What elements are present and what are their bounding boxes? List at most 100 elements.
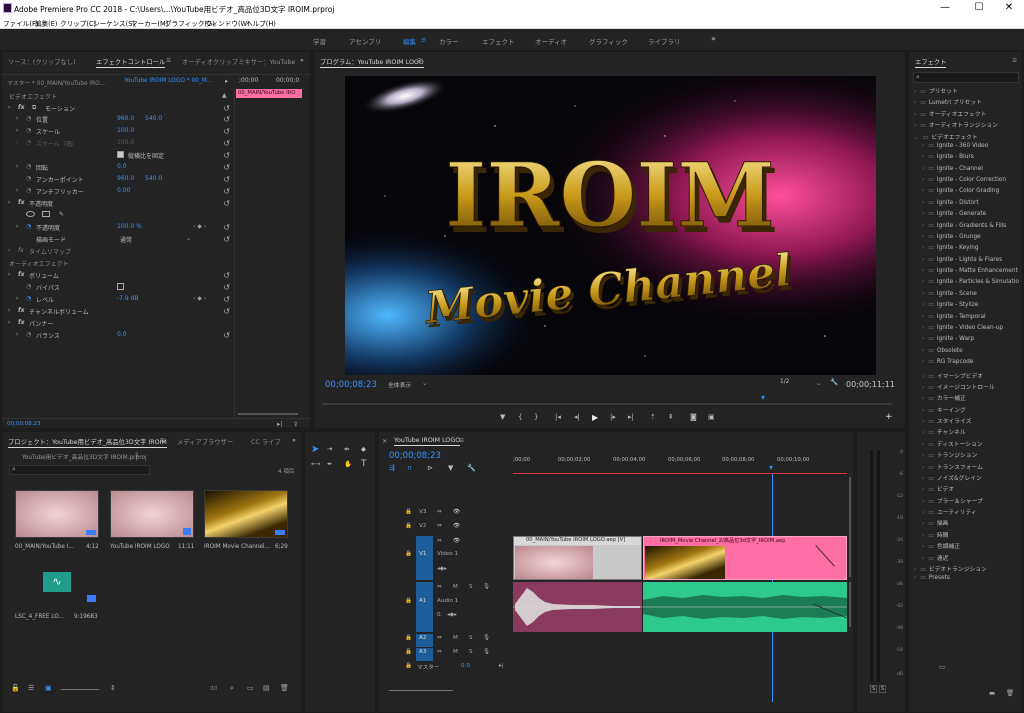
chevron-right-icon[interactable]: ›: [914, 575, 916, 581]
reset-position-icon[interactable]: ↺: [223, 115, 230, 124]
menu-edit[interactable]: 編集(E): [35, 18, 58, 28]
expand-scale-width-icon[interactable]: ›: [16, 139, 18, 146]
track-select-tool-icon[interactable]: ⇥: [327, 445, 332, 453]
expand-opacity-icon[interactable]: ›: [8, 199, 10, 206]
workspace-assembly[interactable]: アセンブリ: [349, 36, 381, 46]
a2-target-label[interactable]: A2: [419, 635, 426, 641]
tab-cc-libraries[interactable]: CC ライブ: [251, 437, 281, 446]
a1-voiceover-icon[interactable]: 🎙: [483, 584, 490, 590]
effects-item-29[interactable]: › ▭ スタイライズ: [922, 416, 971, 425]
zoom-slider[interactable]: [61, 689, 99, 690]
list-view-icon[interactable]: ☰: [28, 684, 34, 692]
effects-item-13[interactable]: › ▭ Ignite - Grunge: [922, 234, 981, 240]
reset-channel-icon[interactable]: ↺: [223, 307, 230, 316]
clear-icon[interactable]: 🗑: [280, 684, 289, 692]
project-thumb-1[interactable]: [110, 490, 194, 538]
new-folder-icon[interactable]: ▬: [989, 689, 995, 697]
effects-item-5[interactable]: › ▭ Ignite - 360 Video: [922, 143, 988, 149]
effects-item-6[interactable]: › ▭ Ignite - Blurs: [922, 154, 974, 160]
menu-file[interactable]: ファイル(F): [3, 18, 38, 28]
reset-level-icon[interactable]: ↺: [223, 295, 230, 304]
tab-program[interactable]: プログラム：YouTube IROIM LOGO: [320, 57, 424, 68]
step-forward-icon[interactable]: |▸: [610, 413, 616, 421]
effects-item-11[interactable]: › ▭ Ignite - Generate: [922, 211, 986, 217]
pen-mask-icon[interactable]: ✎: [59, 211, 64, 218]
work-area-bar[interactable]: [513, 473, 847, 474]
effects-item-39[interactable]: › ▭ 時間: [922, 530, 948, 539]
a1-mute-button[interactable]: M: [453, 584, 458, 590]
a3-voiceover-icon[interactable]: 🎙: [483, 649, 490, 655]
automate-icon[interactable]: ⠿⠿: [210, 686, 217, 692]
solo-right-button[interactable]: S: [879, 685, 887, 693]
workspace-graphics[interactable]: グラフィック: [589, 36, 628, 46]
scale-value[interactable]: 100.0: [117, 127, 134, 134]
chevron-right-icon[interactable]: ›: [914, 100, 916, 106]
chevron-right-icon[interactable]: ›: [922, 336, 924, 342]
program-menu-icon[interactable]: ≡: [417, 57, 422, 64]
timeline-settings-icon[interactable]: 🔧: [467, 464, 476, 472]
a1-waveforms[interactable]: [513, 582, 847, 632]
rect-mask-icon[interactable]: [42, 211, 50, 217]
expand-remap-icon[interactable]: ›: [8, 247, 10, 254]
expand-motion-icon[interactable]: ›: [8, 104, 10, 111]
reset-opacity-icon[interactable]: ↺: [223, 223, 230, 232]
new-bin-icon[interactable]: ▭: [939, 663, 945, 671]
effects-item-0[interactable]: › ▭ プリセット: [914, 86, 958, 95]
step-back-icon[interactable]: ◂|: [574, 413, 580, 421]
program-video-frame[interactable]: IROIM IROIM Movie Channel Movie Channel: [345, 76, 876, 375]
fx-opacity-badge[interactable]: fx: [18, 199, 24, 206]
expand-panner-icon[interactable]: ›: [8, 319, 10, 326]
a3-target-label[interactable]: A3: [419, 649, 426, 655]
effects-item-34[interactable]: › ▭ ノイズ&グレイン: [922, 473, 982, 482]
effects-item-32[interactable]: › ▭ トランジション: [922, 450, 977, 459]
fit-dropdown-icon[interactable]: ⌄: [422, 379, 427, 387]
stopwatch-balance-icon[interactable]: ◔: [26, 331, 31, 338]
reset-anchor-icon[interactable]: ↺: [223, 175, 230, 184]
tab-source[interactable]: ソース：(クリップなし): [8, 57, 76, 66]
expand-balance-icon[interactable]: ›: [16, 331, 18, 338]
project-import-icon[interactable]: ⇪: [134, 451, 139, 459]
effects-item-9[interactable]: › ▭ Ignite - Color Grading: [922, 188, 999, 194]
tab-media-browser[interactable]: メディアブラウザー: [177, 437, 233, 446]
lock-icon[interactable]: 🔓: [11, 684, 20, 692]
workspace-more-icon[interactable]: »: [711, 34, 716, 43]
menu-sequence[interactable]: シーケンス(S): [93, 18, 135, 28]
timeline-h-zoom-bar[interactable]: [389, 690, 453, 691]
project-thumb-3[interactable]: ∿: [15, 557, 99, 605]
expand-channel-volume-icon[interactable]: ›: [8, 307, 10, 314]
a1-target-label[interactable]: A1: [419, 598, 426, 604]
expand-scale-icon[interactable]: ›: [16, 127, 18, 134]
effects-item-3[interactable]: › ▭ オーディオトランジション: [914, 120, 998, 129]
effects-item-35[interactable]: › ▭ ビデオ: [922, 484, 954, 493]
chevron-right-icon[interactable]: ›: [922, 166, 924, 172]
ec-export-icon[interactable]: ⇪: [293, 420, 298, 428]
new-bin-project-icon[interactable]: ▭: [247, 684, 254, 692]
fx-badge[interactable]: fx: [18, 104, 24, 111]
stopwatch-position-icon[interactable]: ◔: [26, 115, 31, 122]
v1-lock-icon[interactable]: 🔒: [405, 551, 412, 557]
effects-item-17[interactable]: › ▭ Ignite - Particles & Simulatio: [922, 279, 1019, 285]
a3-mute-button[interactable]: M: [453, 649, 458, 655]
a1-level[interactable]: 0.: [437, 612, 442, 618]
effects-item-14[interactable]: › ▭ Ignite - Keying: [922, 245, 979, 251]
position-x[interactable]: 960.0: [117, 115, 134, 122]
reset-bypass-icon[interactable]: ↺: [223, 283, 230, 292]
chevron-right-icon[interactable]: ›: [914, 89, 916, 95]
stopwatch-level-icon[interactable]: ◔: [26, 295, 31, 302]
chevron-right-icon[interactable]: ›: [922, 510, 924, 516]
linked-selection-icon[interactable]: ⊳: [427, 464, 433, 472]
comparison-view-icon[interactable]: ▣: [708, 413, 715, 421]
program-playhead-icon[interactable]: ▾: [761, 393, 765, 402]
project-thumb-0[interactable]: [15, 490, 99, 538]
selection-tool-icon[interactable]: ➤: [311, 444, 319, 455]
chevron-right-icon[interactable]: ›: [914, 123, 916, 129]
fx-volume-badge[interactable]: fx: [18, 271, 24, 278]
chevron-right-icon[interactable]: ›: [922, 487, 924, 493]
add-button-icon[interactable]: +: [885, 412, 893, 422]
expand-level-icon[interactable]: ›: [16, 295, 18, 302]
workspace-color[interactable]: カラー: [439, 36, 459, 46]
a2-solo-button[interactable]: S: [469, 635, 473, 641]
effects-item-42[interactable]: › ▭ ビデオトランジション: [914, 564, 987, 573]
chevron-right-icon[interactable]: ›: [922, 385, 924, 391]
reset-balance-icon[interactable]: ↺: [223, 331, 230, 340]
